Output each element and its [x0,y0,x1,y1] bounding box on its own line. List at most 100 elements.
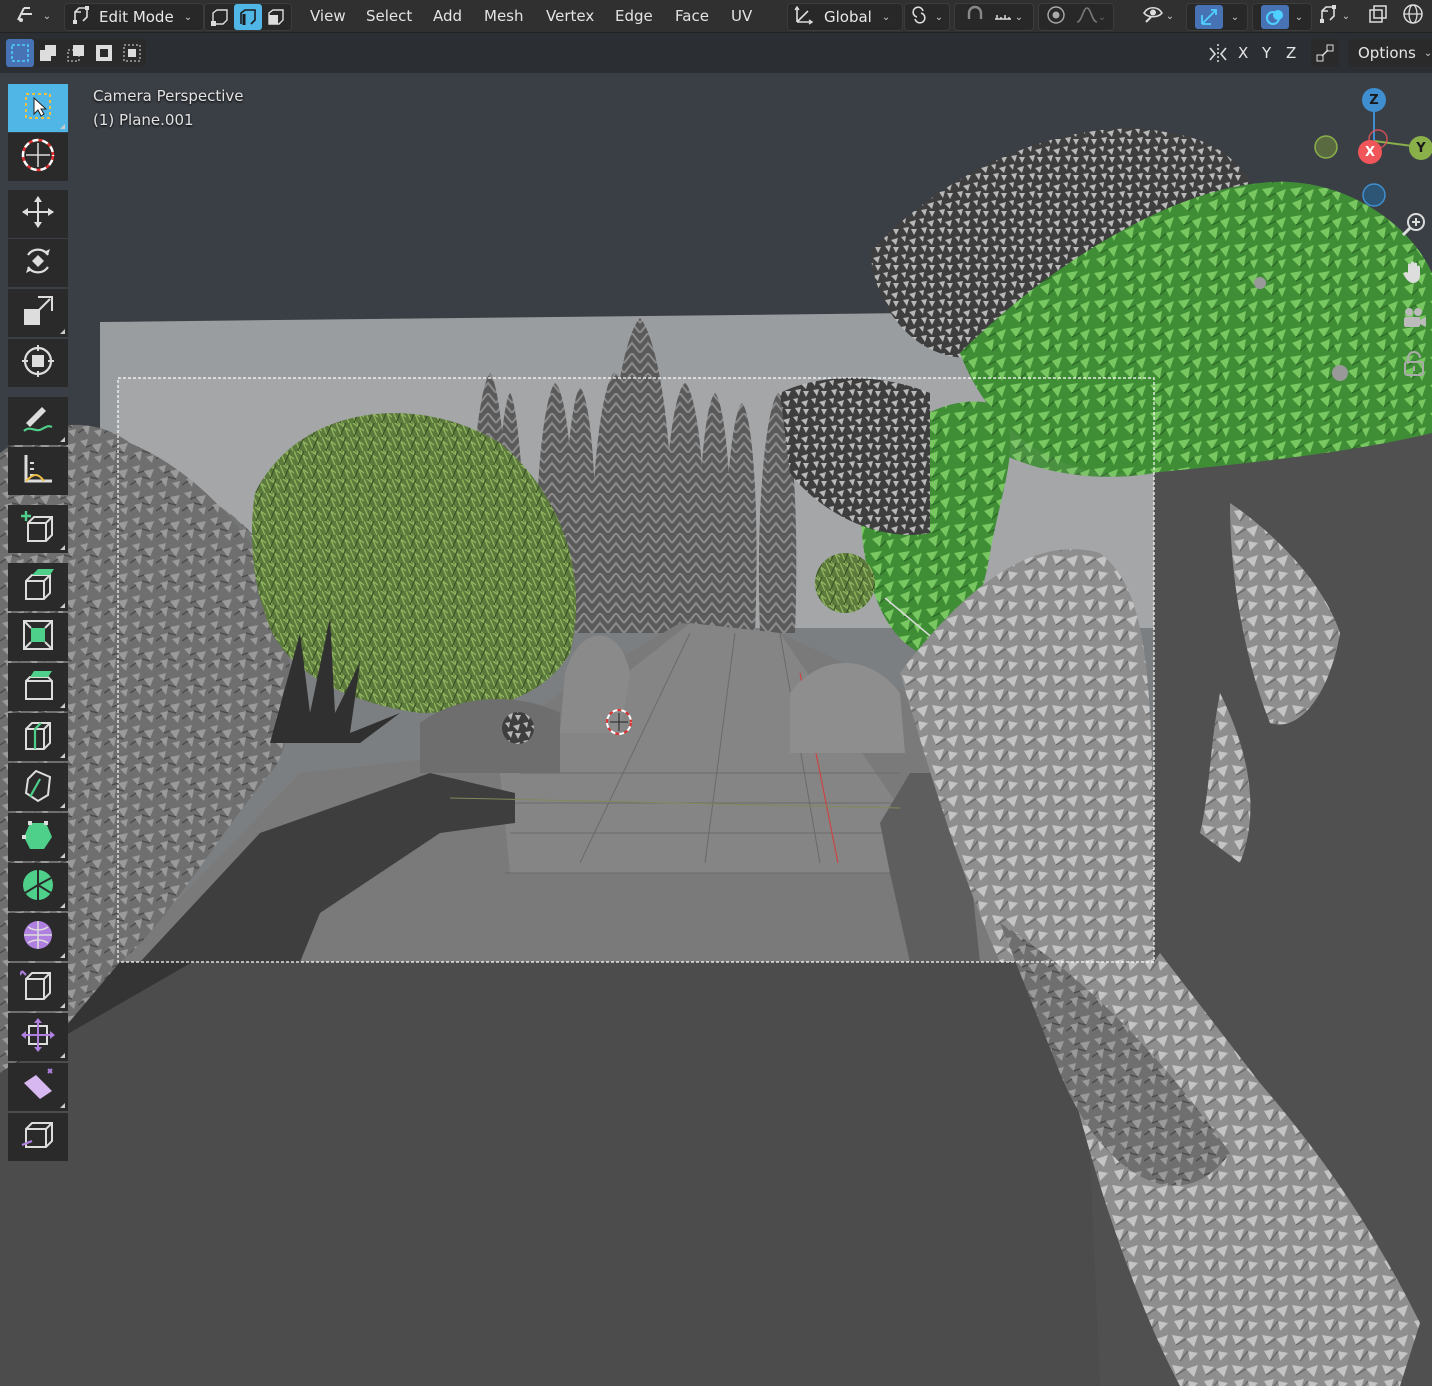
tool-settings-bar: X Y Z Options ⌄ [0,33,1432,73]
mirror-icon [1206,42,1230,70]
spin-icon [20,867,56,907]
pivot-point-dropdown[interactable]: ⌄ [904,3,950,31]
tool-annotate[interactable] [8,397,68,445]
select-mode-group [204,3,292,31]
auto-merge-icon[interactable] [1311,39,1339,67]
editor-type-button[interactable]: ⌄ [12,3,54,29]
menu-add[interactable]: Add [425,3,470,29]
tool-loop-cut[interactable] [8,713,68,761]
falloff-icon[interactable] [1076,5,1098,29]
wireframe-shading-icon [1402,3,1424,29]
pan-button[interactable] [1398,257,1430,291]
select-box-new-icon[interactable] [6,39,34,67]
overlay-icon[interactable] [1260,5,1289,29]
gizmo-icon[interactable] [1194,5,1223,29]
extrude-region-icon [20,567,56,607]
edit-mode-icon [71,5,91,29]
gizmo-axis-x[interactable]: X [1358,140,1382,164]
select-box-extend-icon[interactable] [34,39,62,67]
rotate-icon [20,243,56,283]
edge-select-icon[interactable] [234,4,262,30]
tool-add-cube[interactable] [8,505,68,553]
xray-icon [1368,4,1388,28]
snap-increment-icon[interactable] [993,5,1013,29]
tool-spin[interactable] [8,863,68,911]
tool-shrink-fatten[interactable] [8,1013,68,1061]
menu-face[interactable]: Face [667,3,717,29]
snap-group: ⌄ [954,3,1034,31]
xray-toggle[interactable] [1364,3,1392,29]
zoom-button[interactable] [1398,209,1430,243]
tool-smooth[interactable] [8,913,68,961]
gizmo-axis-y[interactable]: Y [1409,136,1432,160]
pan-hand-icon [1401,259,1427,289]
gizmo-group: ⌄ [1186,3,1248,31]
proportional-edit-icon[interactable] [1046,5,1066,29]
tool-extrude-region[interactable] [8,563,68,611]
poly-build-icon [20,817,56,857]
select-box-intersect-icon[interactable] [118,39,146,67]
tool-bevel[interactable] [8,663,68,711]
visibility-icon [1142,4,1164,28]
tool-poly-build[interactable] [8,813,68,861]
tool-knife[interactable] [8,763,68,811]
menu-view[interactable]: View [302,3,354,29]
proportional-edit-group: ⌄ [1038,3,1114,31]
rip-region-icon [20,1117,56,1157]
loop-cut-icon [20,717,56,757]
mesh-edit-overlay-icon [1318,4,1340,28]
gizmo-axis-z[interactable]: Z [1362,88,1386,112]
tool-rip-region[interactable] [8,1113,68,1161]
shear-icon [20,1067,56,1107]
tool-rotate[interactable] [8,239,68,287]
3d-viewport[interactable]: Camera Perspective (1) Plane.001 Z Y X [0,73,1432,1386]
tool-scale[interactable] [8,289,68,337]
mirror-axis-x[interactable]: X [1238,44,1248,62]
tool-select-box[interactable] [8,84,68,132]
menu-select[interactable]: Select [358,3,420,29]
visibility-dropdown[interactable]: ⌄ [1136,3,1180,29]
menu-vertex[interactable]: Vertex [538,3,602,29]
lock-icon [1402,351,1426,381]
wireframe-shading-button[interactable] [1398,3,1428,29]
knife-icon [20,767,56,807]
tool-measure[interactable] [8,447,68,495]
options-dropdown[interactable]: Options ⌄ [1348,39,1432,67]
menu-mesh[interactable]: Mesh [476,3,532,29]
add-cube-icon [20,509,56,549]
tool-cursor[interactable] [8,133,68,181]
tool-inset-faces[interactable] [8,613,68,661]
viewport-info: Camera Perspective (1) Plane.001 [93,84,244,132]
camera-view-button[interactable] [1398,303,1430,337]
scene-render [0,73,1432,1386]
move-icon [20,194,56,234]
shrink-fatten-icon [20,1017,56,1057]
mode-label: Edit Mode [99,8,174,26]
transform-icon [20,343,56,383]
vertex-select-icon[interactable] [206,4,234,30]
lock-camera-button[interactable] [1398,349,1430,383]
mode-dropdown[interactable]: Edit Mode ⌄ [64,3,204,31]
mirror-axis-z[interactable]: Z [1286,44,1296,62]
mesh-edit-overlay-dropdown[interactable]: ⌄ [1312,3,1356,29]
measure-icon [20,451,56,491]
menu-uv[interactable]: UV [723,3,760,29]
mirror-axis-y[interactable]: Y [1262,44,1271,62]
tool-edge-slide[interactable] [8,963,68,1011]
options-label: Options [1358,44,1416,62]
menu-edge[interactable]: Edge [607,3,661,29]
face-select-icon[interactable] [262,4,290,30]
navigation-gizmo[interactable]: Z Y X [1310,83,1432,213]
view-name: Camera Perspective [93,87,244,105]
inset-faces-icon [20,617,56,657]
transform-orientation-dropdown[interactable]: Global ⌄ [787,3,903,31]
snap-icon[interactable] [965,5,985,29]
camera-view-icon [1401,305,1427,335]
tool-transform[interactable] [8,339,68,387]
selection-mode-group [6,39,146,67]
tool-move[interactable] [8,190,68,238]
zoom-icon [1401,211,1427,241]
select-box-subtract-icon[interactable] [62,39,90,67]
select-box-invert-icon[interactable] [90,39,118,67]
tool-shear[interactable] [8,1063,68,1111]
